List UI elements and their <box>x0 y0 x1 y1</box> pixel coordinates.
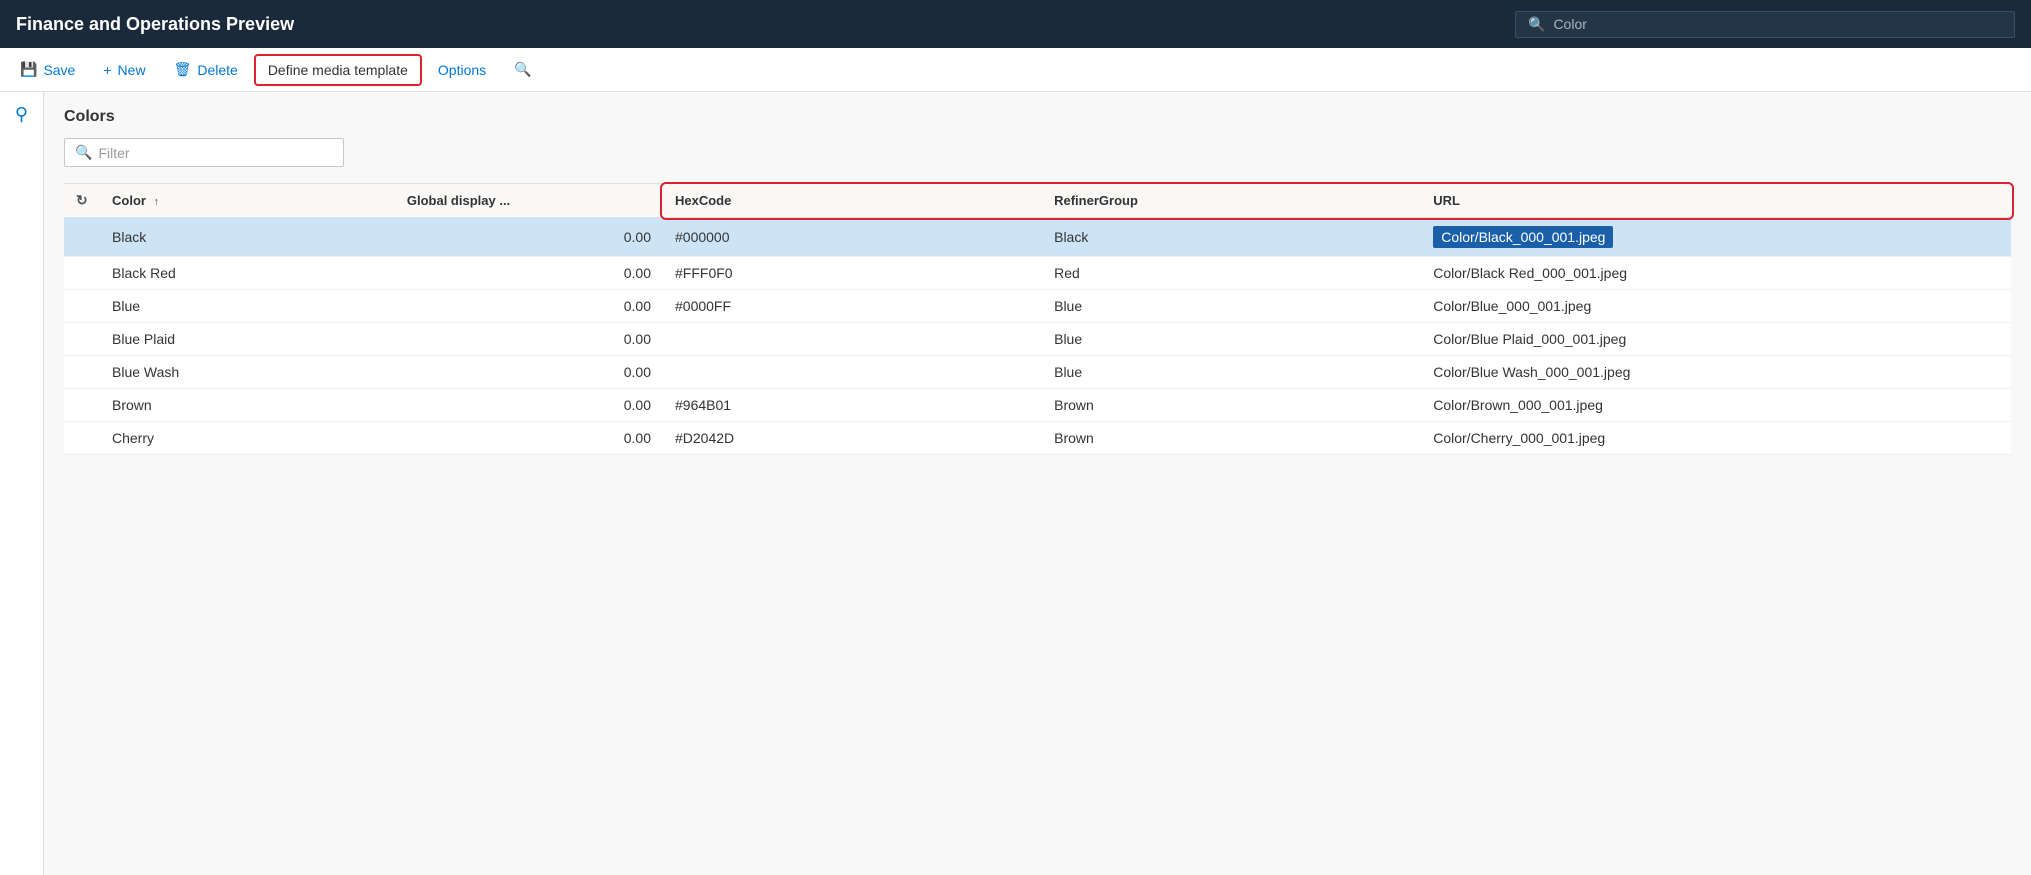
sort-icon: ↑ <box>154 196 160 208</box>
row-hexcode <box>663 323 1042 356</box>
new-label: New <box>118 62 146 78</box>
delete-icon: 🗑 <box>174 61 192 78</box>
table-row[interactable]: Blue Plaid0.00 BlueColor/Blue Plaid_000_0… <box>64 323 2011 356</box>
row-refiner-group: Brown <box>1042 389 1421 422</box>
th-global-display[interactable]: Global display ... <box>395 184 663 218</box>
save-label: Save <box>43 62 75 78</box>
table-row[interactable]: Blue Wash0.00 BlueColor/Blue Wash_000_001… <box>64 356 2011 389</box>
row-global-display: 0.00 <box>395 422 663 455</box>
th-global-label: Global display ... <box>407 193 510 208</box>
options-button[interactable]: Options <box>426 56 498 84</box>
filter-sidebar: ⚲ <box>0 92 44 875</box>
row-url: Color/Cherry_000_001.jpeg <box>1421 422 2011 455</box>
row-global-display: 0.00 <box>395 290 663 323</box>
table-wrapper: ↻ Color ↑ Global display ... HexCode <box>64 183 2011 455</box>
th-color[interactable]: Color ↑ <box>100 184 395 218</box>
th-refiner-group[interactable]: RefinerGroup <box>1042 184 1421 218</box>
row-global-display: 0.00 <box>395 257 663 290</box>
delete-button[interactable]: 🗑 Delete <box>162 55 250 84</box>
th-url[interactable]: URL <box>1421 184 2011 218</box>
row-url: Color/Blue Wash_000_001.jpeg <box>1421 356 2011 389</box>
content-area: ⚲ Colors 🔍 ↻ Color ↑ <box>0 92 2031 875</box>
row-hexcode <box>663 356 1042 389</box>
row-color: Blue Wash <box>100 356 395 389</box>
section-title: Colors <box>64 108 2011 126</box>
table-row[interactable]: Black Red0.00#FFF0F0RedColor/Black Red_0… <box>64 257 2011 290</box>
row-url: Color/Blue Plaid_000_001.jpeg <box>1421 323 2011 356</box>
th-hexcode-label: HexCode <box>675 193 731 208</box>
row-reset-cell <box>64 389 100 422</box>
toolbar-search-icon: 🔍 <box>514 61 531 78</box>
top-bar: Finance and Operations Preview 🔍 <box>0 0 2031 48</box>
row-reset-cell <box>64 422 100 455</box>
table-row[interactable]: Brown0.00#964B01BrownColor/Brown_000_001… <box>64 389 2011 422</box>
main-content: Colors 🔍 ↻ Color ↑ <box>44 92 2031 875</box>
new-button[interactable]: + New <box>91 56 157 84</box>
row-refiner-group: Blue <box>1042 356 1421 389</box>
row-reset-cell <box>64 323 100 356</box>
th-reset: ↻ <box>64 184 100 218</box>
define-media-template-button[interactable]: Define media template <box>254 54 422 86</box>
row-reset-cell <box>64 356 100 389</box>
row-color: Blue Plaid <box>100 323 395 356</box>
table-row[interactable]: Blue0.00#0000FFBlueColor/Blue_000_001.jp… <box>64 290 2011 323</box>
row-refiner-group: Brown <box>1042 422 1421 455</box>
delete-label: Delete <box>197 62 237 78</box>
row-reset-cell <box>64 257 100 290</box>
row-color: Cherry <box>100 422 395 455</box>
table-body: Black0.00#000000BlackColor/Black_000_001… <box>64 218 2011 455</box>
row-url: Color/Black Red_000_001.jpeg <box>1421 257 2011 290</box>
row-hexcode: #964B01 <box>663 389 1042 422</box>
table-row[interactable]: Cherry0.00#D2042DBrownColor/Cherry_000_0… <box>64 422 2011 455</box>
row-global-display: 0.00 <box>395 323 663 356</box>
options-label: Options <box>438 62 486 78</box>
row-refiner-group: Blue <box>1042 290 1421 323</box>
row-global-display: 0.00 <box>395 218 663 257</box>
reset-icon[interactable]: ↻ <box>76 192 88 208</box>
filter-icon-input: 🔍 <box>75 144 92 161</box>
table-row[interactable]: Black0.00#000000BlackColor/Black_000_001… <box>64 218 2011 257</box>
colors-table: ↻ Color ↑ Global display ... HexCode <box>64 183 2011 455</box>
th-hexcode[interactable]: HexCode <box>663 184 1042 218</box>
row-hexcode: #0000FF <box>663 290 1042 323</box>
save-button[interactable]: 💾 Save <box>8 55 87 84</box>
th-refiner-label: RefinerGroup <box>1054 193 1138 208</box>
row-color: Black <box>100 218 395 257</box>
search-input[interactable] <box>1553 16 2002 32</box>
row-global-display: 0.00 <box>395 389 663 422</box>
row-hexcode: #000000 <box>663 218 1042 257</box>
row-url[interactable]: Color/Black_000_001.jpeg <box>1421 218 2011 257</box>
row-color: Blue <box>100 290 395 323</box>
row-url: Color/Blue_000_001.jpeg <box>1421 290 2011 323</box>
new-icon: + <box>103 62 111 78</box>
row-color: Black Red <box>100 257 395 290</box>
toolbar-search-button[interactable]: 🔍 <box>502 55 543 84</box>
row-reset-cell <box>64 218 100 257</box>
define-media-template-label: Define media template <box>268 62 408 78</box>
th-color-label: Color <box>112 193 146 208</box>
filter-input-wrapper[interactable]: 🔍 <box>64 138 344 167</box>
search-icon: 🔍 <box>1528 16 1545 33</box>
global-search[interactable]: 🔍 <box>1515 11 2015 38</box>
toolbar: 💾 Save + New 🗑 Delete Define media templ… <box>0 48 2031 92</box>
row-reset-cell <box>64 290 100 323</box>
filter-icon[interactable]: ⚲ <box>15 104 28 875</box>
table-header: ↻ Color ↑ Global display ... HexCode <box>64 184 2011 218</box>
row-global-display: 0.00 <box>395 356 663 389</box>
row-refiner-group: Black <box>1042 218 1421 257</box>
row-hexcode: #D2042D <box>663 422 1042 455</box>
filter-input[interactable] <box>98 145 333 161</box>
app-title: Finance and Operations Preview <box>16 14 294 35</box>
row-color: Brown <box>100 389 395 422</box>
save-icon: 💾 <box>20 61 37 78</box>
row-url: Color/Brown_000_001.jpeg <box>1421 389 2011 422</box>
row-refiner-group: Blue <box>1042 323 1421 356</box>
th-url-label: URL <box>1433 193 1460 208</box>
row-hexcode: #FFF0F0 <box>663 257 1042 290</box>
row-refiner-group: Red <box>1042 257 1421 290</box>
